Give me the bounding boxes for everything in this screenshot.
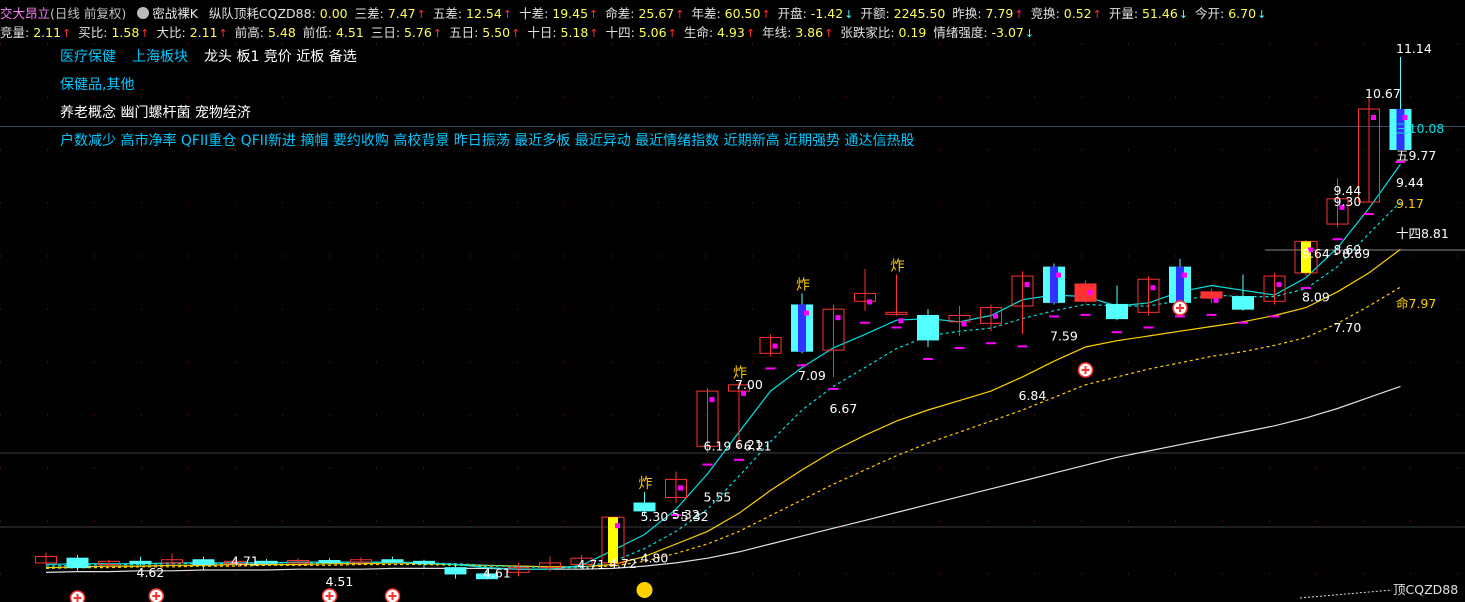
boom-label: 炸 <box>639 476 653 492</box>
candle-body <box>1232 296 1254 310</box>
price-label: 5.55 <box>704 490 732 505</box>
bottom-indicator-label: 顶CQZD88 <box>1393 582 1458 597</box>
candle-body <box>129 560 152 564</box>
candle-body <box>413 560 435 565</box>
price-label: 4.61 <box>483 566 511 581</box>
signal-marker <box>615 523 620 529</box>
signal-marker <box>678 485 683 491</box>
signal-marker <box>1056 272 1061 278</box>
signal-marker <box>804 310 809 316</box>
price-label: 6.21 <box>735 437 763 452</box>
right-axis-label: 十四8.81 <box>1396 226 1449 241</box>
stock-chart-window: 交大昂立(日线 前复权) 密战裸K 纵队顶耗CQZD88: 0.00 三差: 7.… <box>0 0 1465 602</box>
right-axis-label: 三10.08 <box>1396 121 1444 136</box>
ma-fourteen-line <box>45 286 1401 569</box>
price-label: 4.62 <box>137 565 165 580</box>
ma-three-line <box>45 163 1401 570</box>
signal-marker <box>993 313 998 319</box>
price-label: 8.69 <box>1334 242 1362 257</box>
ma-life-line <box>45 385 1401 573</box>
price-label: 4.51 <box>326 574 354 589</box>
price-label: 7.70 <box>1334 320 1362 335</box>
candle-body <box>66 557 89 569</box>
right-axis-label: 命7.97 <box>1396 296 1436 311</box>
boom-label: 炸 <box>891 258 905 274</box>
candle-body <box>444 567 467 575</box>
right-axis-label: 11.14 <box>1396 41 1432 56</box>
ma-ten-line <box>45 248 1401 569</box>
signal-marker <box>1087 289 1093 295</box>
boom-label: 炸 <box>796 277 810 293</box>
bottom-indicator-line <box>1299 589 1393 599</box>
price-label: 6.67 <box>830 401 858 416</box>
candle-body <box>917 314 939 341</box>
ma-five-line <box>45 201 1401 569</box>
price-label: 7.00 <box>735 377 763 392</box>
price-label: 10.67 <box>1365 86 1401 101</box>
smiley-icon <box>636 582 653 598</box>
price-label: 5.32 <box>672 507 700 522</box>
signal-marker <box>1402 115 1408 121</box>
candle-body <box>1074 283 1097 302</box>
signal-marker <box>835 315 841 321</box>
signal-marker <box>961 321 967 327</box>
price-label: 6.84 <box>1019 388 1047 403</box>
right-axis-label: 9.44 <box>1396 175 1424 190</box>
signal-marker <box>898 318 904 324</box>
signal-marker <box>1276 282 1282 288</box>
price-label: 7.59 <box>1050 329 1078 344</box>
signal-marker <box>1371 115 1376 121</box>
price-label: 4.71 <box>231 554 259 569</box>
price-label: 9.30 <box>1334 194 1362 209</box>
candle-body <box>381 559 404 563</box>
price-label: 7.09 <box>798 368 826 383</box>
right-axis-label: 五9.77 <box>1396 148 1436 163</box>
signal-marker <box>1150 285 1156 291</box>
candle-body-core <box>1050 266 1058 303</box>
signal-marker <box>1182 272 1187 278</box>
candlestick-chart[interactable]: 炸炸炸炸4.714.624.514.614.71 4.72 4.805.30 - 5… <box>0 0 1465 602</box>
price-label: 4.71 <box>578 557 606 572</box>
candle-body <box>192 559 215 565</box>
price-label: 4.80 <box>641 551 669 566</box>
signal-marker <box>772 343 778 349</box>
candle-body <box>255 560 278 564</box>
signal-marker <box>1024 282 1030 288</box>
candle-body <box>318 560 341 564</box>
signal-marker <box>867 299 872 305</box>
signal-marker <box>709 397 715 403</box>
price-label: 8.09 <box>1302 289 1330 304</box>
candle-body-core <box>1176 266 1184 303</box>
price-label: 4.72 <box>609 556 637 571</box>
candle-body <box>1106 303 1128 320</box>
candle-body <box>1200 291 1223 299</box>
signal-marker <box>1213 297 1219 303</box>
right-axis-label: 9.17 <box>1396 196 1424 211</box>
